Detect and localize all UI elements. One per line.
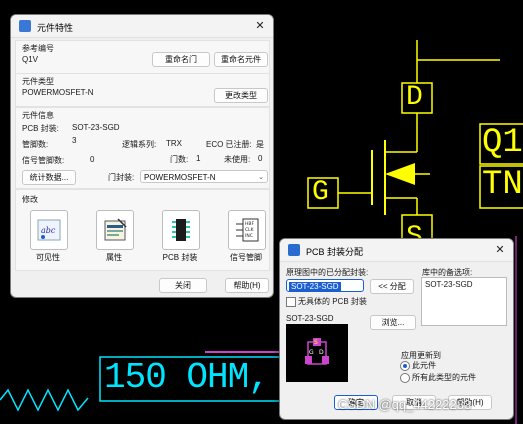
ref-value: Q1V — [22, 55, 39, 64]
browse-button[interactable]: 浏览... — [370, 315, 416, 330]
attributes-label: 属性 — [106, 253, 122, 262]
rename-part-button[interactable]: 重命名元件 — [214, 52, 268, 67]
type-value: POWERMOSFET-N — [22, 88, 94, 97]
signal-icon-line-3: INC — [245, 233, 253, 239]
signal-pins-tool-label: 信号管脚 — [230, 253, 262, 262]
info-label: 元件信息 — [22, 111, 54, 120]
assigned-label: 原理图中的已分配封装: — [286, 268, 369, 277]
unused-value: 0 — [258, 154, 263, 163]
pcb-decal-value: SOT-23-SGD — [72, 123, 120, 132]
visibility-label: 可见性 — [36, 253, 60, 262]
pin-d-label: D — [406, 82, 423, 113]
properties-titlebar[interactable]: 元件特性 ✕ — [11, 15, 273, 38]
resistor-zigzag — [0, 388, 89, 412]
rename-gate-button[interactable]: 重命名门 — [152, 52, 210, 67]
ref-fragment-label: Q1 — [482, 124, 523, 162]
assigned-decal-field[interactable]: SOT-23-SGD — [286, 279, 364, 292]
modify-label: 修改 — [22, 195, 38, 204]
assign-button[interactable]: << 分配 — [370, 279, 414, 294]
assigned-decal-value: SOT-23-SGD — [289, 282, 341, 291]
all-parts-radio[interactable] — [400, 373, 410, 383]
eco-label: ECO 已注册: — [206, 140, 252, 149]
pin-g-label: G — [312, 177, 329, 208]
type-fragment-label: TN — [482, 166, 523, 204]
library-list[interactable]: SOT-23-SGD — [421, 277, 507, 326]
type-panel: 元件类型 POWERMOSFET-N 更改类型 — [15, 73, 270, 107]
preview-pin-d: D — [319, 349, 324, 356]
pins-value: 3 — [72, 136, 77, 145]
mosfet-arrow — [385, 163, 415, 185]
ref-label: 参考编号 — [22, 44, 54, 53]
chevron-down-icon: ⌄ — [258, 174, 264, 181]
preview-pad-left — [305, 356, 312, 364]
pcb-chip-icon — [172, 219, 190, 241]
signal-icon-line-1: HBF — [245, 221, 254, 227]
app-icon — [288, 244, 300, 256]
gate-decal-label: 门封装: — [108, 173, 135, 182]
statistics-button[interactable]: 统计数据... — [22, 170, 76, 185]
gates-label: 门数: — [170, 155, 189, 164]
signal-pins-icon: HBF CLK INC — [236, 218, 259, 242]
signal-icon-line-2: CLK — [245, 227, 255, 233]
logic-family-label: 逻辑系列: — [122, 140, 157, 149]
gate-decal-value: POWERMOSFET-N — [144, 173, 216, 182]
this-part-radio[interactable] — [400, 361, 410, 371]
preview-pin-g: G — [309, 349, 314, 356]
info-panel: 元件信息 PCB 封装: SOT-23-SGD 管脚数: 3 逻辑系列: TRX… — [15, 107, 270, 189]
gate-decal-select[interactable]: POWERMOSFET-N ⌄ — [140, 170, 268, 183]
type-label: 元件类型 — [22, 77, 54, 86]
svg-text:abc: abc — [41, 226, 56, 235]
preview-pad-right — [322, 356, 329, 364]
logic-family-value: TRX — [166, 139, 182, 148]
signal-pins-label: 信号管脚数: — [22, 156, 65, 165]
pcb-decal-tool-label: PCB 封装 — [162, 253, 198, 262]
change-type-button[interactable]: 更改类型 — [214, 88, 268, 103]
attributes-icon — [104, 218, 127, 241]
pcb-decal-dialog: PCB 封装分配 ✕ 原理图中的已分配封装: SOT-23-SGD << 分配 … — [279, 238, 514, 420]
properties-title: 元件特性 — [37, 23, 74, 33]
signal-pins-value: 0 — [90, 155, 95, 164]
close-button[interactable]: 关闭 — [159, 278, 207, 293]
attributes-button[interactable] — [96, 210, 134, 250]
visibility-icon: abc — [37, 219, 61, 241]
eco-value: 是 — [256, 140, 264, 149]
all-parts-label: 所有此类型的元件 — [412, 373, 476, 382]
pcb-decal-label: PCB 封装: — [22, 124, 59, 133]
visibility-button[interactable]: abc — [30, 210, 68, 250]
help-button[interactable]: 帮助(H) — [225, 278, 269, 293]
reference-panel: 参考编号 Q1V 重命名门 重命名元件 — [15, 40, 270, 74]
gates-value: 1 — [196, 154, 201, 163]
close-icon[interactable]: ✕ — [493, 243, 507, 257]
resistor-value-label: 150 OHM, — [104, 357, 270, 398]
decal-title: PCB 封装分配 — [306, 247, 364, 257]
preview-pin-s: S — [314, 339, 318, 346]
unique-decal-checkbox[interactable] — [286, 297, 296, 307]
decal-preview: G D S — [286, 324, 348, 382]
part-properties-dialog: 元件特性 ✕ 参考编号 Q1V 重命名门 重命名元件 元件类型 POWERMOS… — [10, 14, 274, 298]
this-part-label: 此元件 — [412, 361, 436, 370]
pins-label: 管脚数: — [22, 140, 49, 149]
close-icon[interactable]: ✕ — [253, 19, 267, 33]
pcb-decal-button[interactable] — [162, 210, 200, 250]
unused-label: 未使用: — [224, 155, 251, 164]
signal-pins-button[interactable]: HBF CLK INC — [228, 210, 266, 250]
decal-titlebar[interactable]: PCB 封装分配 ✕ — [280, 239, 513, 262]
watermark: CSDN @qq_44222283 — [338, 397, 472, 412]
preview-label: SOT-23-SGD — [286, 314, 334, 323]
app-icon — [19, 20, 31, 32]
unique-decal-label: 无具体的 PCB 封装 — [298, 297, 367, 306]
modify-panel: 修改 abc 可见性 属性 PCB 封装 HBF CLK INC 信号管脚 — [15, 189, 270, 271]
library-list-item[interactable]: SOT-23-SGD — [425, 280, 473, 289]
